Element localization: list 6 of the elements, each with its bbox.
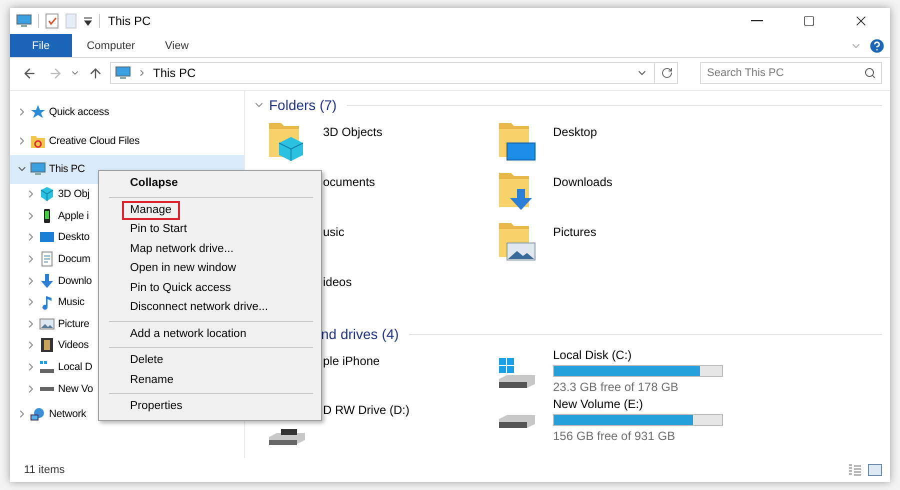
section-title: Folders (7) xyxy=(269,97,337,113)
window-title: This PC xyxy=(108,14,151,28)
item-count: 11 items xyxy=(24,464,65,476)
free-space-text: 23.3 GB free of 178 GB xyxy=(553,380,680,394)
section-title: nd drives (4) xyxy=(321,326,399,342)
free-space-text: 156 GB free of 931 GB xyxy=(553,429,676,443)
